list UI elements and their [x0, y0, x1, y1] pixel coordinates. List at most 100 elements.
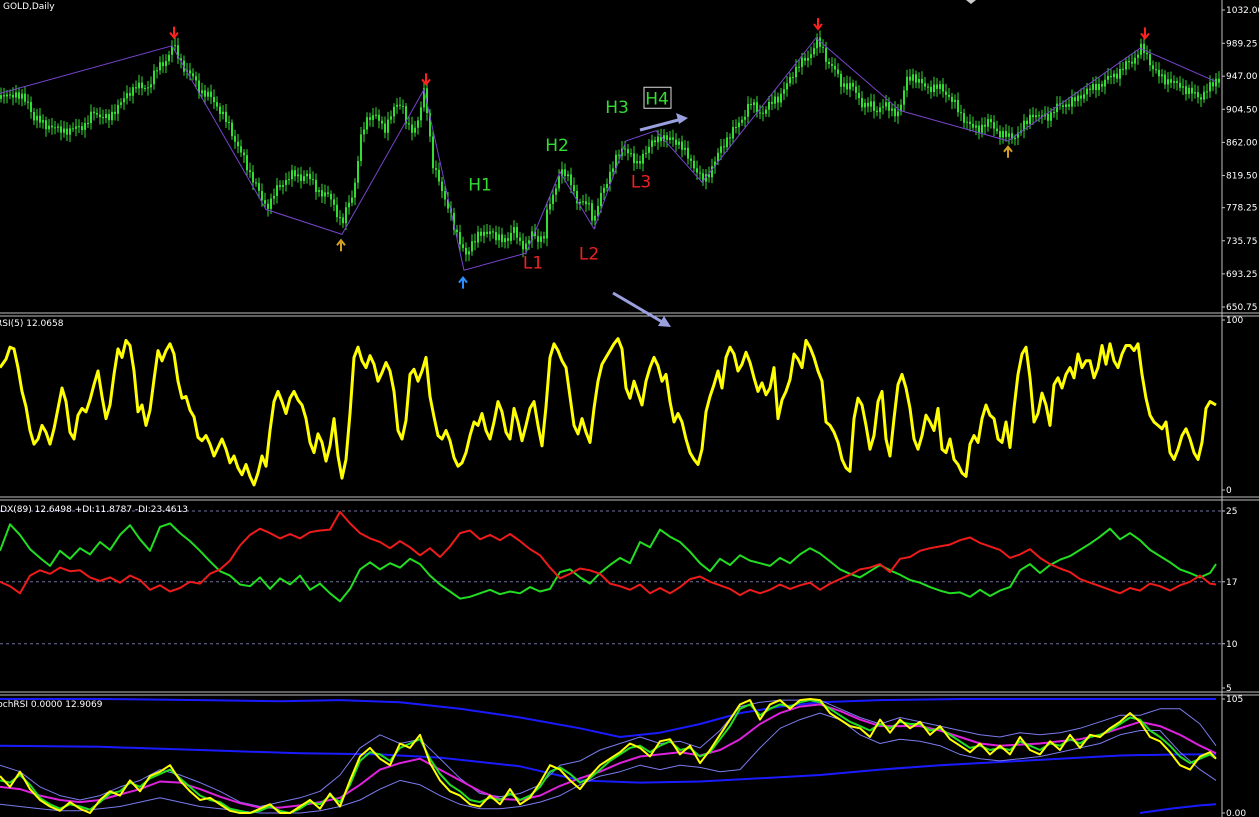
- price-candle-body: [42, 120, 44, 123]
- price-candle-body: [1032, 114, 1034, 118]
- price-candle-body: [606, 183, 608, 188]
- stochrsi-axis-tick-label: 105: [1226, 695, 1243, 705]
- price-axis-tick-label: 947.00: [1226, 72, 1258, 82]
- price-candle-body: [813, 48, 815, 55]
- wave-label-h1: H1: [468, 176, 492, 196]
- window-title: GOLD,Daily: [3, 2, 55, 12]
- price-candle-body: [1002, 131, 1004, 138]
- price-candle-body: [744, 116, 746, 120]
- price-candle-body: [741, 119, 743, 123]
- price-candle-body: [108, 114, 110, 121]
- price-candle-body: [282, 184, 284, 187]
- price-candle-body: [957, 99, 959, 113]
- price-candle-body: [537, 236, 539, 242]
- price-candle-body: [942, 84, 944, 92]
- price-candle-body: [60, 126, 62, 133]
- price-candle-body: [192, 73, 194, 77]
- rsi-axis-tick-label: 0: [1226, 486, 1232, 496]
- price-candle-body: [642, 153, 644, 164]
- price-candle-body: [1056, 103, 1058, 113]
- price-candle-body: [1116, 73, 1118, 79]
- price-candle-body: [999, 131, 1001, 138]
- price-candle-body: [387, 119, 389, 133]
- price-candle-body: [969, 121, 971, 124]
- price-candle-body: [831, 63, 833, 66]
- price-candle-body: [945, 91, 947, 95]
- price-candle-body: [975, 125, 977, 128]
- rsi-axis-tick-label: 100: [1226, 316, 1243, 326]
- price-candle-body: [939, 84, 941, 89]
- price-candle-body: [624, 148, 626, 150]
- price-candle-body: [1176, 81, 1178, 83]
- price-candle-body: [471, 241, 473, 252]
- price-candle-body: [210, 91, 212, 98]
- price-candle-body: [165, 61, 167, 67]
- price-candle-body: [1065, 104, 1067, 107]
- price-candle-body: [297, 174, 299, 177]
- price-candle-body: [33, 111, 35, 121]
- price-candle-body: [1086, 88, 1088, 95]
- trading-terminal-chart[interactable]: 1032.00 989.25 947.00 904.50 862.00 819.50 778…: [0, 0, 1259, 817]
- price-candle-body: [126, 93, 128, 99]
- price-candle-body: [372, 115, 374, 120]
- price-candle-body: [885, 102, 887, 107]
- price-candle-body: [909, 76, 911, 81]
- price-candle-body: [366, 117, 368, 130]
- price-candle-body: [1173, 81, 1175, 83]
- price-candle-body: [498, 234, 500, 241]
- price-candle-body: [99, 114, 101, 118]
- price-candle-body: [6, 94, 8, 97]
- stochrsi-axis-tick-label: 0.00: [1226, 809, 1246, 817]
- price-candle-body: [519, 237, 521, 241]
- price-candle-body: [1029, 114, 1031, 124]
- price-candle-body: [438, 169, 440, 182]
- price-candle-body: [111, 111, 113, 121]
- price-candle-body: [1149, 54, 1151, 66]
- adx-axis-tick-label: 25: [1226, 507, 1237, 517]
- price-candle-body: [441, 181, 443, 192]
- price-candle-body: [24, 93, 26, 102]
- price-candle-body: [87, 123, 89, 125]
- price-candle-body: [333, 199, 335, 205]
- price-candle-body: [276, 185, 278, 196]
- price-candle-body: [1185, 86, 1187, 95]
- price-candle-body: [264, 200, 266, 204]
- price-candle-body: [1074, 97, 1076, 102]
- price-candle-body: [1155, 69, 1157, 71]
- price-candle-body: [618, 154, 620, 156]
- price-candle-body: [357, 160, 359, 183]
- price-candle-body: [363, 129, 365, 135]
- price-candle-body: [888, 102, 890, 111]
- price-candle-body: [906, 76, 908, 91]
- price-candle-body: [738, 122, 740, 128]
- price-candle-body: [261, 190, 263, 201]
- price-candle-body: [1080, 95, 1082, 99]
- price-candle-body: [852, 83, 854, 87]
- price-axis-tick-label: 693.25: [1226, 270, 1258, 280]
- price-candle-body: [459, 232, 461, 245]
- wave-label-l2: L2: [579, 244, 599, 264]
- price-candle-body: [96, 113, 98, 115]
- price-candle-body: [1089, 88, 1091, 90]
- price-candle-body: [1077, 95, 1079, 102]
- price-candle-body: [930, 86, 932, 92]
- price-candle-body: [693, 160, 695, 169]
- price-candle-body: [1131, 61, 1133, 64]
- price-candle-body: [543, 236, 545, 239]
- price-candle-body: [486, 231, 488, 234]
- price-candle-body: [360, 134, 362, 161]
- price-candle-body: [1182, 86, 1184, 88]
- price-candle-body: [240, 146, 242, 153]
- price-candle-body: [774, 96, 776, 104]
- price-candle-body: [318, 190, 320, 192]
- price-candle-body: [495, 232, 497, 241]
- price-candle-body: [747, 103, 749, 117]
- price-candle-body: [90, 111, 92, 124]
- price-candle-body: [489, 231, 491, 234]
- price-candle-body: [1038, 115, 1040, 117]
- price-candle-body: [570, 174, 572, 186]
- price-candle-body: [219, 106, 221, 115]
- price-candle-body: [804, 57, 806, 61]
- price-candle-body: [294, 170, 296, 177]
- price-candle-body: [1014, 137, 1016, 140]
